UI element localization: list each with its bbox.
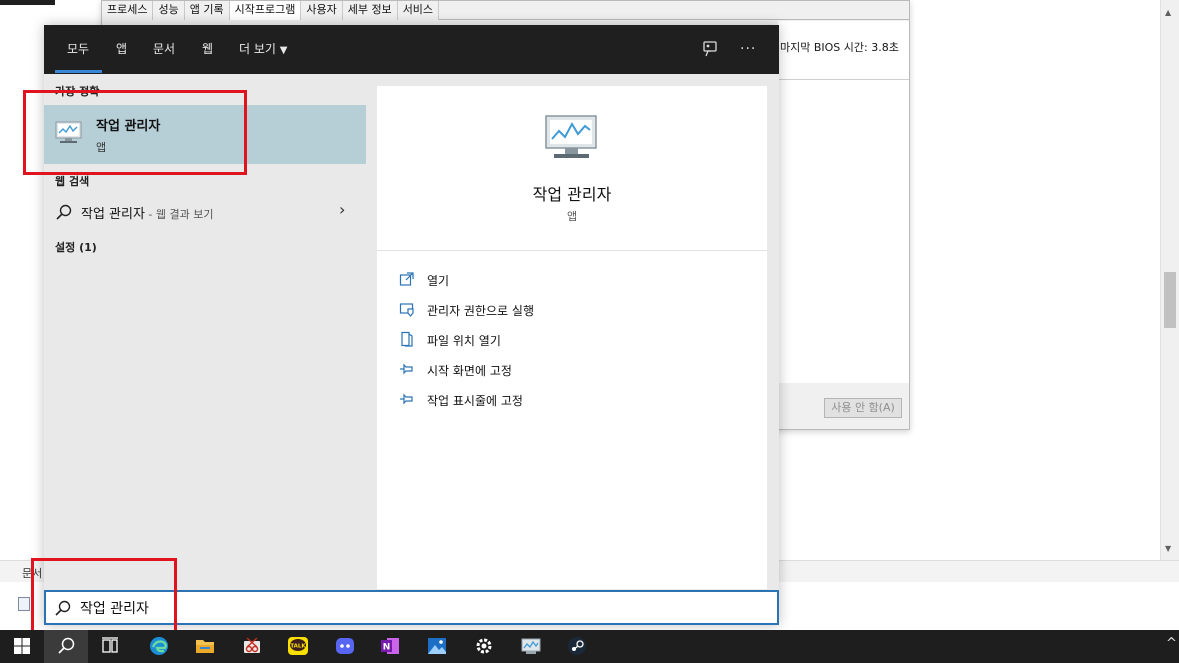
edge-button[interactable] — [137, 630, 181, 663]
tab-users[interactable]: 사용자 — [301, 1, 343, 20]
tab-services[interactable]: 서비스 — [397, 1, 440, 20]
tab-performance[interactable]: 성능 — [153, 1, 185, 20]
chevron-right-icon[interactable]: › — [339, 200, 345, 219]
disable-button[interactable]: 사용 안 함(A) — [824, 398, 902, 418]
bios-time-label: 마지막 BIOS 시간: — [780, 41, 868, 54]
web-result-suffix: - 웹 결과 보기 — [144, 208, 214, 221]
more-options-icon[interactable]: ··· — [740, 25, 756, 74]
tab-details[interactable]: 세부 정보 — [342, 1, 398, 20]
search-input[interactable] — [80, 595, 770, 621]
shield-icon — [399, 303, 414, 317]
filter-tab-web[interactable]: 웹 — [202, 25, 213, 74]
task-manager-icon — [521, 638, 541, 654]
task-view-icon — [102, 637, 118, 653]
open-icon — [399, 272, 414, 286]
snipping-tool-button[interactable] — [230, 630, 274, 663]
snipping-tool-icon — [244, 637, 260, 653]
onenote-icon-label: N — [383, 643, 391, 653]
action-open-file-location[interactable]: 파일 위치 열기 — [399, 329, 739, 351]
settings-icon — [476, 638, 492, 654]
settings-heading[interactable]: 설정 (1) — [55, 239, 97, 255]
filter-tab-documents[interactable]: 문서 — [153, 25, 175, 74]
action-run-as-admin-label: 관리자 권한으로 실행 — [427, 304, 534, 318]
bios-time-value: 3.8초 — [871, 41, 899, 54]
action-pin-start[interactable]: 시작 화면에 고정 — [399, 359, 739, 381]
taskbar: TALK N ^ — [0, 630, 1179, 663]
system-tray-overflow-icon[interactable]: ^ — [1166, 636, 1177, 651]
web-result-query: 작업 관리자 — [81, 207, 145, 222]
kakaotalk-button[interactable]: TALK — [276, 630, 320, 663]
onenote-icon: N — [381, 638, 399, 654]
discord-icon — [336, 638, 354, 654]
taskbar-search-button[interactable] — [44, 630, 88, 663]
settings-button[interactable] — [462, 630, 506, 663]
background-title-strip — [0, 0, 55, 5]
search-icon — [56, 204, 72, 220]
pin-icon — [400, 363, 413, 375]
task-view-button[interactable] — [88, 630, 132, 663]
windows-start-icon — [14, 638, 30, 654]
filter-tab-apps[interactable]: 앱 — [116, 25, 127, 74]
preview-subtitle: 앱 — [566, 210, 578, 223]
startup-list — [778, 79, 909, 383]
task-manager-button[interactable] — [509, 630, 553, 663]
action-pin-taskbar-label: 작업 표시줄에 고정 — [427, 394, 523, 408]
steam-icon — [568, 637, 586, 655]
preview-title: 작업 관리자 — [532, 185, 612, 204]
web-result-text: 작업 관리자 - 웹 결과 보기 — [81, 203, 214, 222]
pin-icon — [400, 393, 413, 405]
active-tab-indicator — [55, 70, 102, 73]
photos-icon — [428, 638, 446, 654]
task-manager-large-icon — [545, 115, 597, 158]
feedback-icon[interactable] — [701, 25, 719, 74]
scroll-thumb[interactable] — [1164, 272, 1176, 328]
filter-tab-all[interactable]: 모두 — [67, 25, 89, 74]
action-open-file-location-label: 파일 위치 열기 — [427, 334, 501, 348]
config-tab-strip: 프로세스 성능 앱 기록 시작프로그램 사용자 세부 정보 서비스 — [102, 1, 909, 20]
steam-button[interactable] — [555, 630, 599, 663]
document-scrollbar[interactable]: ▲ ▼ — [1160, 0, 1179, 560]
highlight-search-box — [31, 558, 177, 635]
web-search-result[interactable]: 작업 관리자 - 웹 결과 보기 › — [44, 199, 366, 225]
scroll-up-icon[interactable]: ▲ — [1165, 8, 1171, 17]
scroll-down-icon[interactable]: ▼ — [1165, 544, 1171, 553]
caret-down-icon: ▼ — [279, 45, 288, 56]
preview-header: 작업 관리자 앱 — [377, 86, 767, 251]
action-pin-start-label: 시작 화면에 고정 — [427, 364, 512, 378]
file-explorer-icon — [196, 640, 214, 653]
photos-button[interactable] — [415, 630, 459, 663]
tab-app-history[interactable]: 앱 기록 — [184, 1, 230, 20]
highlight-best-match — [23, 90, 247, 175]
search-icon — [58, 637, 75, 654]
kakaotalk-icon-label: TALK — [290, 644, 306, 650]
kakaotalk-icon: TALK — [288, 637, 308, 655]
file-explorer-button[interactable] — [183, 630, 227, 663]
result-preview-pane: 작업 관리자 앱 열기 관리자 권한으로 실행 파일 위치 열기 시작 화면에 … — [377, 86, 767, 589]
discord-button[interactable] — [323, 630, 367, 663]
file-location-icon — [401, 331, 413, 347]
tab-processes[interactable]: 프로세스 — [102, 1, 154, 20]
filter-tab-more[interactable]: 더 보기 ▼ — [239, 25, 287, 74]
start-button[interactable] — [0, 630, 44, 663]
onenote-button[interactable]: N — [368, 630, 412, 663]
action-open[interactable]: 열기 — [399, 269, 739, 291]
edge-icon — [150, 637, 168, 655]
web-search-heading: 웹 검색 — [55, 175, 90, 188]
action-pin-taskbar[interactable]: 작업 표시줄에 고정 — [399, 389, 739, 411]
action-open-label: 열기 — [427, 274, 450, 288]
search-filter-bar: 모두 앱 문서 웹 더 보기 ▼ ··· — [44, 25, 779, 74]
filter-tab-more-label: 더 보기 — [239, 42, 276, 56]
bios-time: 마지막 BIOS 시간: 3.8초 — [780, 39, 899, 55]
document-file-icon[interactable] — [18, 597, 30, 611]
action-run-as-admin[interactable]: 관리자 권한으로 실행 — [399, 299, 739, 321]
tab-startup[interactable]: 시작프로그램 — [229, 1, 302, 20]
